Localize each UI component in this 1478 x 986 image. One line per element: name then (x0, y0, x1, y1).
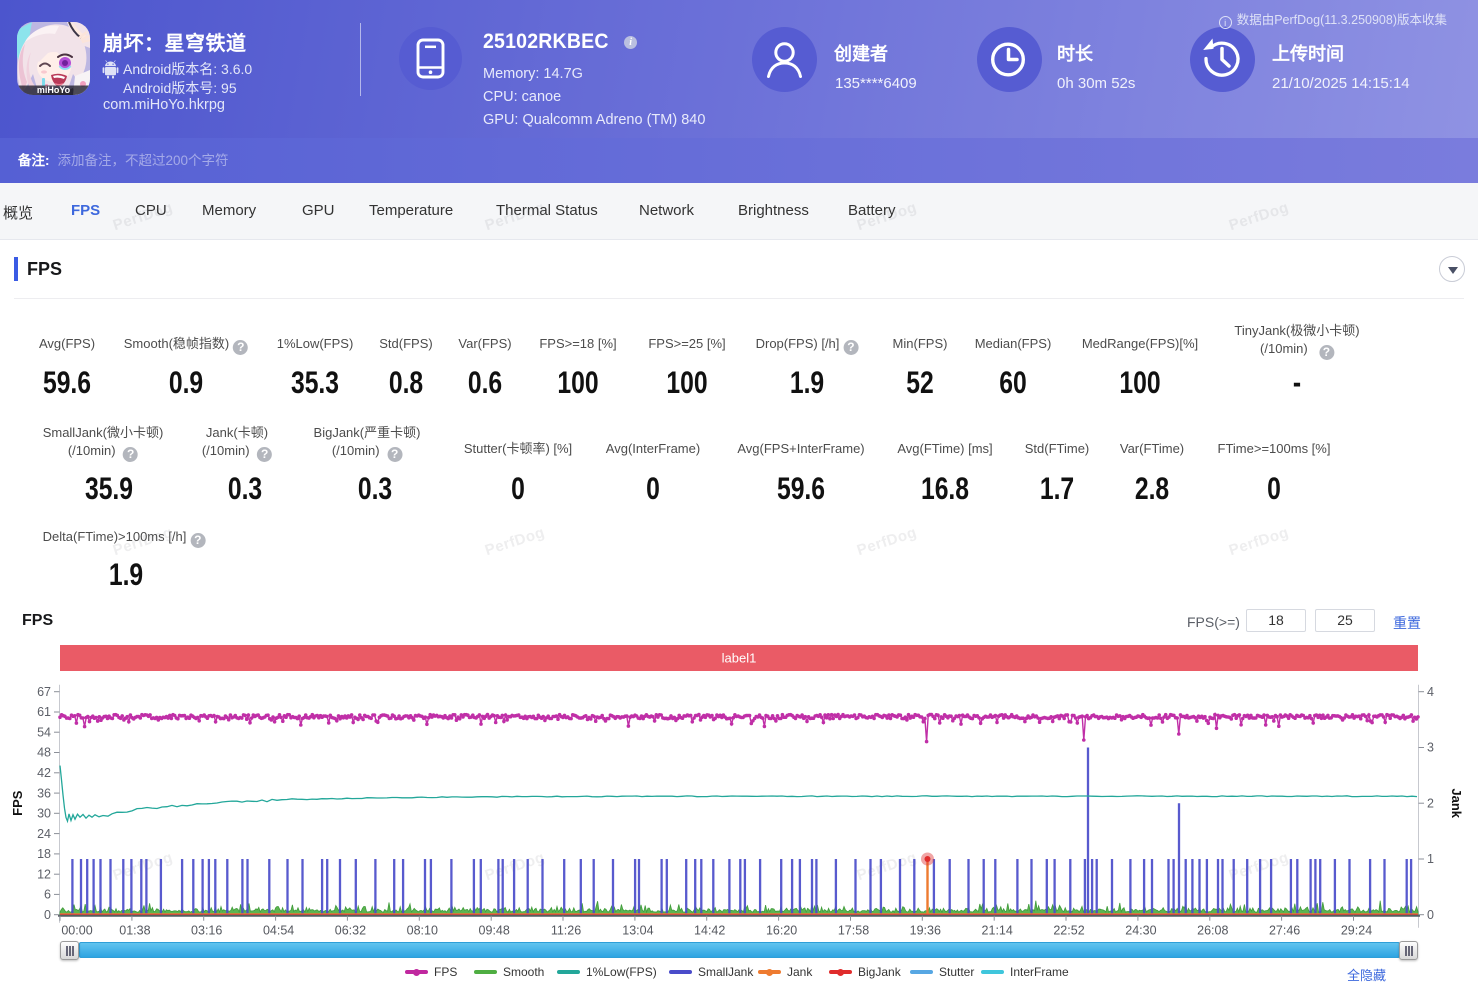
svg-text:54: 54 (37, 725, 51, 739)
svg-text:09:48: 09:48 (479, 924, 510, 938)
svg-text:miHoYo: miHoYo (37, 85, 71, 95)
svg-text:21:14: 21:14 (982, 924, 1013, 938)
svg-text:4: 4 (1427, 685, 1434, 699)
svg-text:29:24: 29:24 (1341, 924, 1372, 938)
svg-text:2: 2 (1427, 796, 1434, 810)
svg-text:03:16: 03:16 (191, 924, 222, 938)
svg-text:01:38: 01:38 (119, 924, 150, 938)
svg-text:67: 67 (37, 685, 51, 699)
svg-text:14:42: 14:42 (694, 924, 725, 938)
svg-text:12: 12 (37, 867, 51, 881)
svg-text:30: 30 (37, 807, 51, 821)
svg-text:61: 61 (37, 705, 51, 719)
svg-text:1: 1 (1427, 852, 1434, 866)
svg-text:0: 0 (1427, 908, 1434, 922)
svg-text:19:36: 19:36 (910, 924, 941, 938)
svg-text:22:52: 22:52 (1053, 924, 1084, 938)
svg-text:FPS: FPS (10, 790, 25, 816)
svg-text:16:20: 16:20 (766, 924, 797, 938)
svg-text:Jank: Jank (1449, 788, 1464, 818)
svg-text:3: 3 (1427, 741, 1434, 755)
svg-text:26:08: 26:08 (1197, 924, 1228, 938)
svg-text:18: 18 (37, 847, 51, 861)
svg-text:04:54: 04:54 (263, 924, 294, 938)
svg-text:08:10: 08:10 (407, 924, 438, 938)
svg-text:6: 6 (44, 888, 51, 902)
svg-text:13:04: 13:04 (622, 924, 653, 938)
svg-text:24:30: 24:30 (1125, 924, 1156, 938)
svg-text:17:58: 17:58 (838, 924, 869, 938)
svg-text:36: 36 (37, 786, 51, 800)
svg-text:42: 42 (37, 766, 51, 780)
svg-text:06:32: 06:32 (335, 924, 366, 938)
svg-text:11:26: 11:26 (551, 924, 581, 938)
svg-text:27:46: 27:46 (1269, 924, 1300, 938)
svg-text:48: 48 (37, 746, 51, 760)
svg-text:0: 0 (44, 908, 51, 922)
svg-text:00:00: 00:00 (61, 924, 92, 938)
svg-text:label1: label1 (722, 651, 757, 666)
svg-text:24: 24 (37, 827, 51, 841)
